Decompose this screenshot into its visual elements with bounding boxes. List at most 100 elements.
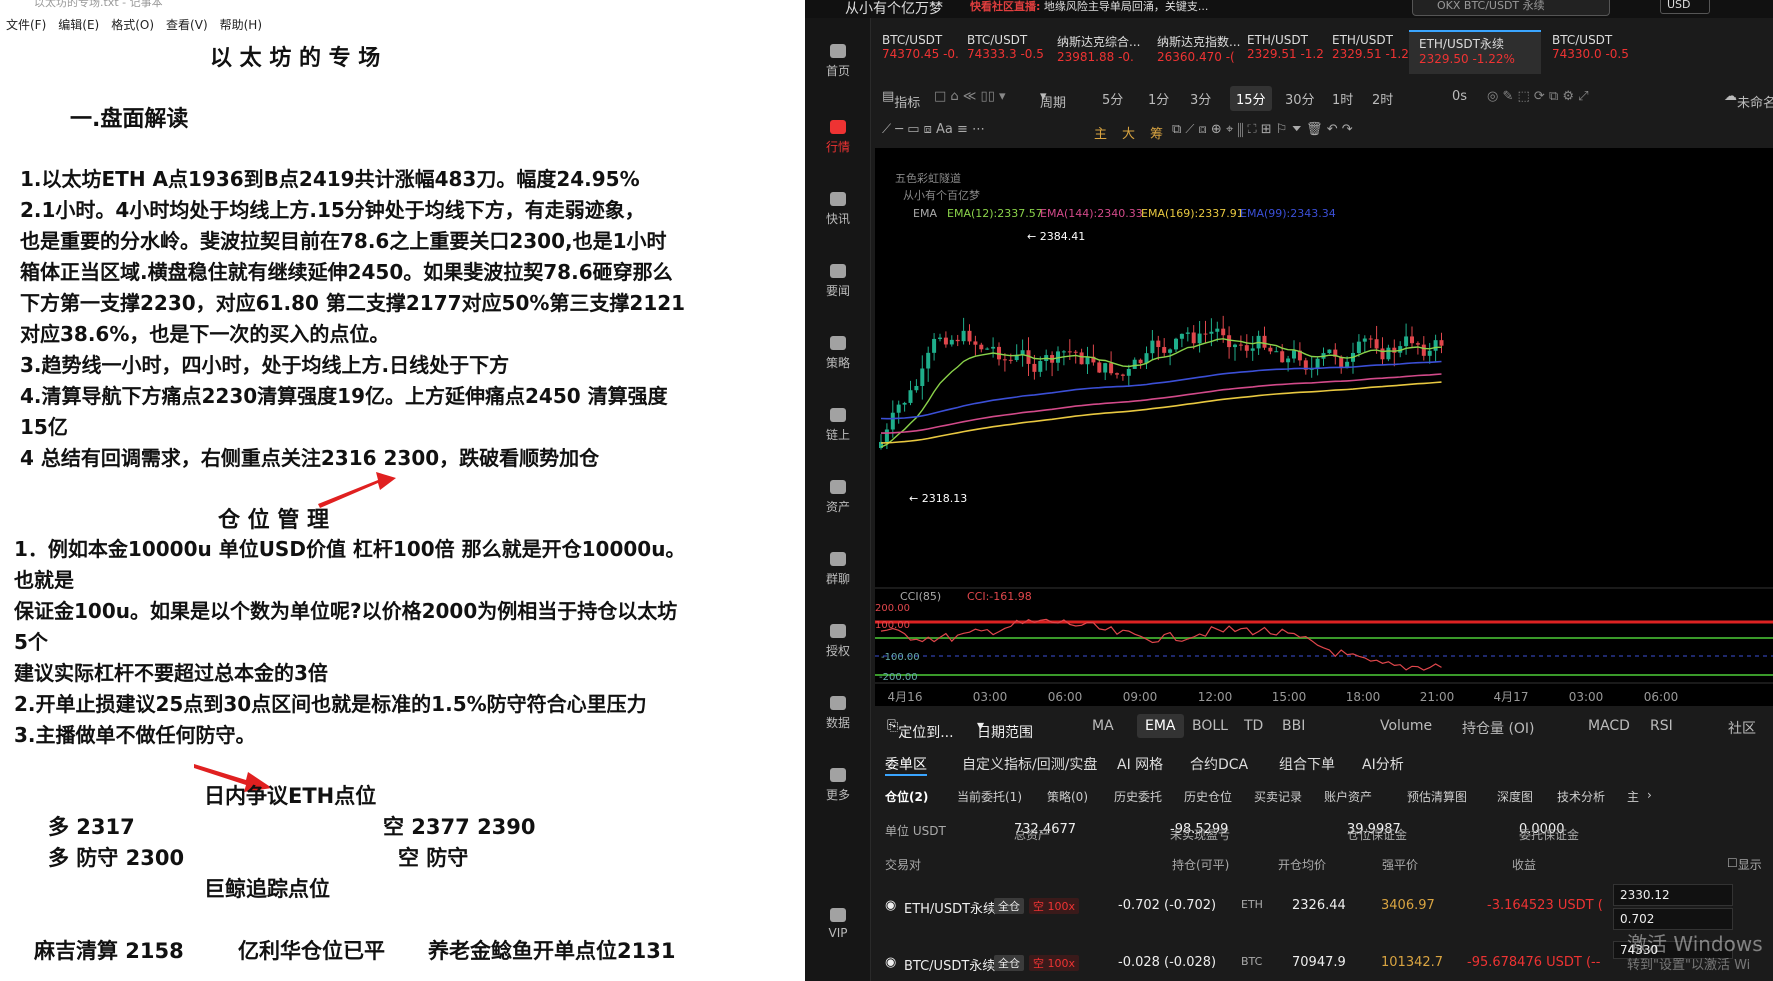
tab-position-history[interactable]: 历史仓位 (1184, 788, 1232, 805)
sidebar-item[interactable]: 快讯 (805, 190, 871, 227)
menu-format[interactable]: 格式(O) (105, 15, 160, 35)
interval-30m[interactable]: 30分 (1285, 89, 1315, 108)
tab-order-area[interactable]: 委单区 (885, 754, 927, 776)
red-arrow-icon (318, 472, 396, 508)
period-select[interactable]: 周期 ▾ (1040, 89, 1066, 111)
interval-1h[interactable]: 1时 (1332, 89, 1353, 108)
drawing-tool-icons-2[interactable]: ⧉ ⟋ ⧈ ⊕ ⌖ ⫼ ⛶ ⊞ ⚐ ⏷ 🗑 ↶ ↷ (1172, 122, 1353, 137)
interval-3m[interactable]: 3分 (1190, 89, 1211, 108)
drawing-toolbar: ⟋ ─ ▭ ⧈ Aa ≡ ⋯ 主 大 筹 ⧉ ⟋ ⧈ ⊕ ⌖ ⫼ ⛶ ⊞ ⚐ ⏷… (872, 120, 1773, 144)
tab-open-interest[interactable]: 持仓量 (OI) (1462, 718, 1535, 738)
layout-name[interactable]: ☁ 未命名 (1724, 89, 1773, 111)
tool-main[interactable]: 主 (1094, 123, 1107, 142)
sidebar-item[interactable]: 要闻 (805, 262, 871, 299)
sidebar-item[interactable]: 链上 (805, 406, 871, 443)
sidebar-item[interactable]: 授权 (805, 622, 871, 659)
notepad-text-area[interactable]: 以 太 坊 的 专 场 一.盘面解读 1.以太坊ETH A点1936到B点241… (0, 36, 805, 981)
legend-title: 五色彩虹隧道 (895, 171, 961, 185)
tab-order-history[interactable]: 历史委托 (1114, 788, 1162, 805)
tab-account-assets[interactable]: 账户资产 (1324, 788, 1372, 805)
tab-combo-order[interactable]: 组合下单 (1279, 754, 1335, 774)
symbol-tab[interactable]: 纳斯达克综合... 23981.88 -0. (1047, 30, 1145, 74)
symbol-price: 23981.88 -0. (1057, 50, 1134, 64)
tool-chips[interactable]: 筹 (1150, 123, 1163, 142)
date-range-select[interactable]: 日期范围 ▾ (977, 718, 1033, 741)
tab-custom-indicator[interactable]: 自定义指标/回测/实盘 (962, 754, 1097, 774)
tab-positions[interactable]: 仓位(2) (885, 788, 928, 805)
tab-rsi[interactable]: RSI (1650, 718, 1673, 734)
sidebar-item[interactable]: 首页 (805, 42, 871, 79)
tab-technical[interactable]: 技术分析 (1557, 788, 1605, 805)
interval-15m[interactable]: 15分 (1230, 86, 1272, 111)
sidebar-item[interactable]: 更多 (805, 766, 871, 803)
sidebar-item[interactable]: 策略 (805, 334, 871, 371)
indicators-button[interactable]: ▤ 指标 (882, 89, 920, 111)
symbol-tab[interactable]: BTC/USDT 74370.45 -0. (872, 30, 959, 74)
seconds-interval[interactable]: 0s (1452, 89, 1467, 104)
drawing-tool-icons[interactable]: ⟋ ─ ▭ ⧈ Aa ≡ ⋯ (882, 122, 985, 137)
symbol-tab[interactable]: ETH/USDT 2329.51 -1.2 (1237, 30, 1324, 74)
tab-ma[interactable]: MA (1092, 718, 1114, 734)
tab-ai-analysis[interactable]: AI分析 (1362, 754, 1404, 774)
chart-toolbar: ▤ 指标 □ ⌂ ≪ ▯▯ ▾ 周期 ▾ 5分 1分 3分 15分 30分 1时… (872, 86, 1773, 111)
interval-5m[interactable]: 5分 (1102, 89, 1123, 108)
close-qty-input[interactable]: 0.702 (1613, 908, 1733, 930)
tab-strategies[interactable]: 策略(0) (1047, 788, 1088, 805)
currency-select[interactable]: USD (1660, 0, 1710, 14)
tab-bbi[interactable]: BBI (1282, 718, 1305, 734)
candle-body (1103, 363, 1108, 373)
symbol-tab[interactable]: BTC/USDT 74333.3 -0.5 (957, 30, 1045, 74)
close-price-input[interactable]: 2330.12 (1613, 884, 1733, 906)
interval-2h[interactable]: 2时 (1372, 89, 1393, 108)
news-ticker[interactable]: 快看社区直播: 地缘风险主导单局回涌，关键支... (970, 0, 1208, 14)
tab-community[interactable]: 社区 (1728, 718, 1756, 738)
candle-body (1038, 360, 1043, 372)
symbol-tab[interactable]: ETH/USDT 2329.51 -1.2 (1322, 30, 1409, 74)
menu-view[interactable]: 查看(V) (160, 15, 214, 35)
tab-ai-grid[interactable]: AI 网格 (1117, 754, 1163, 774)
tab-contract-dca[interactable]: 合约DCA (1190, 754, 1248, 774)
candle-body (1427, 350, 1432, 356)
col-entry[interactable]: 开仓均价 (1278, 856, 1326, 873)
goto-button[interactable]: ⎘ 定位到... (887, 718, 954, 741)
tab-liquidation-map[interactable]: 预估清算图 (1407, 788, 1467, 805)
sidebar-item[interactable]: 群聊 (805, 550, 871, 587)
menu-edit[interactable]: 编辑(E) (52, 15, 105, 35)
tool-big[interactable]: 大 (1122, 123, 1135, 142)
tab-boll[interactable]: BOLL (1192, 718, 1228, 734)
price-chart[interactable]: 五色彩虹隧道 从小有个百亿梦 EMA EMA(12):2337.57 EMA(1… (875, 148, 1773, 706)
text-line: 4 总结有回调需求，右侧重点关注2316 2300，跌破看顺势加仓 (20, 446, 600, 470)
cci-tick: 200.00 (875, 603, 910, 614)
text-line: 亿利华仓位已平 (238, 939, 385, 963)
symbol-name: ETH/USDT永续 (1419, 37, 1504, 51)
tab-depth[interactable]: 深度图 (1497, 788, 1533, 805)
menu-help[interactable]: 帮助(H) (214, 15, 268, 35)
col-pair[interactable]: 交易对 (885, 856, 921, 873)
candle-body (1374, 339, 1379, 349)
show-toggle[interactable]: ☐ 显示 (1727, 856, 1762, 872)
sidebar-item[interactable]: VIP (805, 906, 871, 940)
sidebar-item[interactable]: 资产 (805, 478, 871, 515)
symbol-tab[interactable]: BTC/USDT 74330.0 -0.5 (1542, 30, 1642, 74)
search-input[interactable]: OKX BTC/USDT 永续 (1412, 0, 1610, 16)
sidebar-item[interactable]: 数据 (805, 694, 871, 731)
tab-more[interactable]: 主 (1627, 788, 1639, 805)
sidebar-item[interactable]: 行情 (805, 118, 871, 155)
col-pnl[interactable]: 收益 (1512, 856, 1536, 873)
tab-ema[interactable]: EMA (1137, 714, 1184, 738)
chevron-right-icon[interactable]: › (1647, 788, 1652, 802)
tab-trade-records[interactable]: 买卖记录 (1254, 788, 1302, 805)
app-name: 从小有个亿万梦 (845, 1, 943, 17)
tab-td[interactable]: TD (1244, 718, 1263, 734)
tab-volume[interactable]: Volume (1380, 718, 1432, 734)
col-liq[interactable]: 强平价 (1382, 856, 1418, 873)
col-qty[interactable]: 持仓(可平) (1172, 856, 1229, 873)
tab-macd[interactable]: MACD (1588, 718, 1630, 734)
candle-body (943, 337, 948, 345)
candle-body (1392, 347, 1397, 353)
tab-open-orders[interactable]: 当前委托(1) (957, 788, 1022, 805)
interval-1m[interactable]: 1分 (1148, 89, 1169, 108)
symbol-tab[interactable]: 纳斯达克指数... 26360.470 -( (1147, 30, 1240, 74)
symbol-tab[interactable]: ETH/USDT永续 2329.50 -1.22% (1409, 30, 1541, 74)
menu-file[interactable]: 文件(F) (0, 15, 52, 35)
